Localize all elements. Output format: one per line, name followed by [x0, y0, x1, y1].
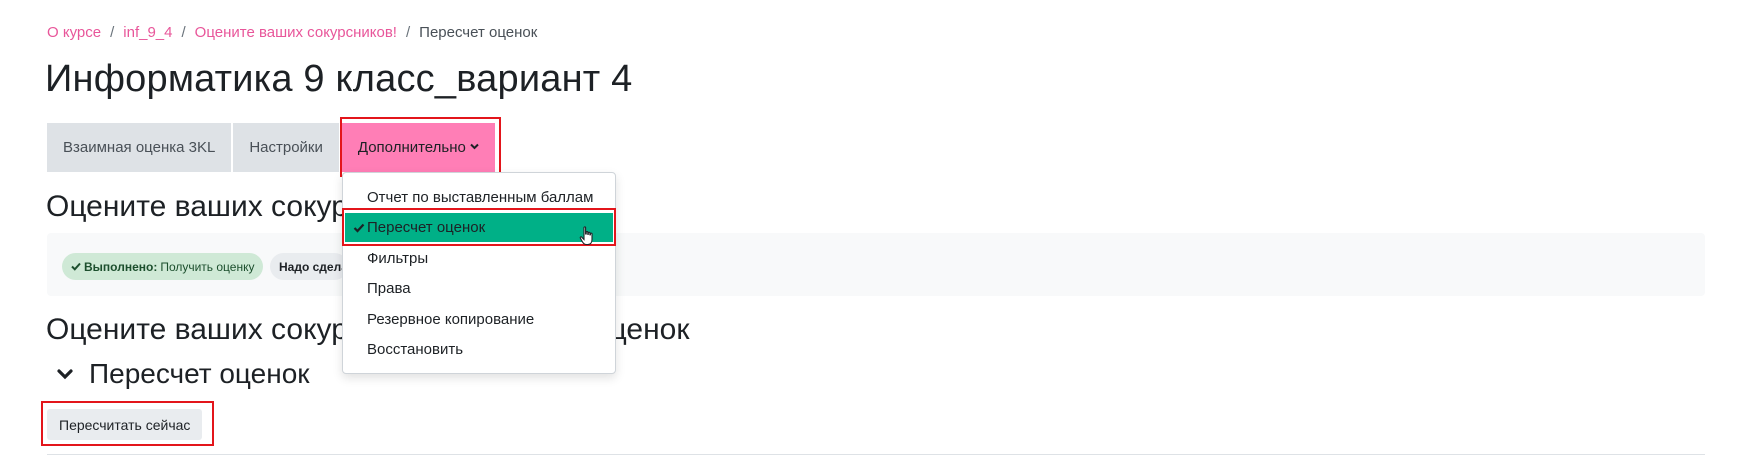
breadcrumb-separator: /	[181, 24, 186, 41]
tab-settings[interactable]: Настройки	[233, 123, 341, 172]
recalc-section-header[interactable]: Пересчет оценок	[55, 358, 310, 390]
breadcrumb-separator: /	[405, 24, 411, 41]
activity-information: Выполнено: Получить оценку Надо сделать:	[47, 233, 1705, 296]
menu-item-permissions[interactable]: Права	[343, 274, 615, 303]
chevron-down-icon[interactable]	[55, 364, 75, 384]
breadcrumb-link-activity[interactable]: Оцените ваших сокурсников!	[195, 24, 397, 41]
page: О курсе / inf_9_4 / Оцените ваших сокурс…	[0, 0, 1755, 472]
section-heading-left: Оцените ваших сокур	[46, 313, 348, 346]
menu-item-backup[interactable]: Резервное копирование	[343, 305, 615, 334]
more-menu-label: Дополнительно	[357, 139, 466, 156]
breadcrumb-link-section[interactable]: inf_9_4	[123, 24, 172, 41]
more-menu-button[interactable]: Дополнительно	[340, 123, 495, 172]
divider	[47, 454, 1705, 455]
check-icon	[71, 260, 81, 274]
tab-peer-assessment[interactable]: Взаимная оценка 3KL	[47, 123, 234, 172]
breadcrumb-current: Пересчет оценок	[419, 24, 538, 41]
check-icon	[353, 221, 365, 233]
recalculate-now-button[interactable]: Пересчитать сейчас	[47, 409, 203, 440]
breadcrumb-link-course[interactable]: О курсе	[47, 24, 101, 41]
completion-done-label: Выполнено:	[84, 259, 158, 274]
chevron-down-icon	[470, 142, 479, 153]
recalc-heading: Пересчет оценок	[89, 358, 310, 389]
hand-cursor-icon	[579, 226, 595, 246]
breadcrumb: О курсе / inf_9_4 / Оцените ваших сокурс…	[47, 24, 537, 41]
menu-item-filters[interactable]: Фильтры	[343, 244, 615, 273]
more-dropdown-menu: Отчет по выставленным баллам Пересчет оц…	[342, 172, 616, 374]
menu-item-label: Пересчет оценок	[367, 219, 486, 236]
breadcrumb-separator: /	[110, 24, 115, 41]
completion-done-text: Получить оценку	[160, 259, 255, 274]
page-title: Информатика 9 класс_вариант 4	[45, 58, 633, 100]
menu-item-grades-report[interactable]: Отчет по выставленным баллам	[343, 183, 615, 212]
completion-todo-label: Надо сделать:	[279, 259, 348, 274]
secondary-navigation: Взаимная оценка 3KL Настройки Дополнител…	[47, 123, 495, 172]
menu-item-restore[interactable]: Восстановить	[343, 335, 615, 364]
activity-heading: Оцените ваших сокур	[46, 190, 346, 223]
completion-badge-done: Выполнено: Получить оценку	[62, 253, 264, 280]
completion-badge-todo: Надо сделать:	[270, 253, 348, 280]
menu-item-recalc-grades[interactable]: Пересчет оценок	[345, 213, 613, 242]
